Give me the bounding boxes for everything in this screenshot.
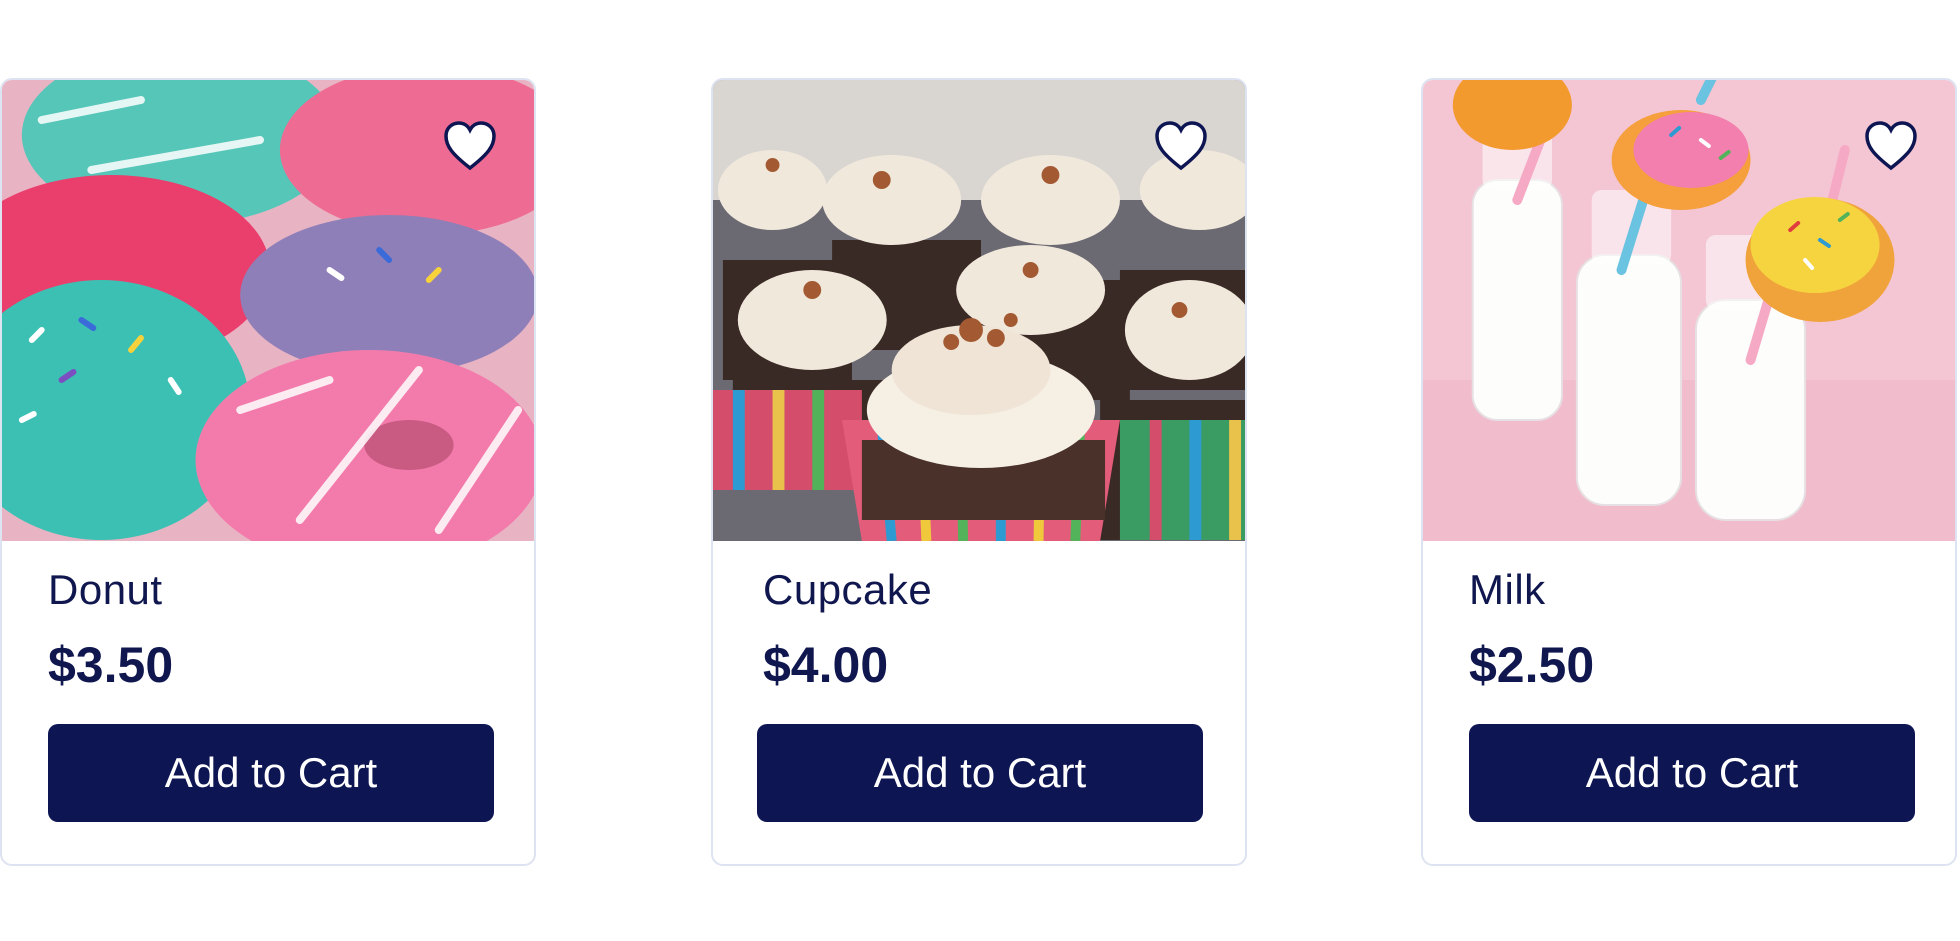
add-to-cart-button[interactable]: Add to Cart <box>48 724 494 822</box>
favorite-heart-icon[interactable] <box>1153 120 1209 172</box>
favorite-heart-icon[interactable] <box>1863 120 1919 172</box>
product-name: Donut <box>48 566 163 613</box>
add-to-cart-button[interactable]: Add to Cart <box>757 724 1203 822</box>
product-price: $2.50 <box>1469 637 1595 693</box>
add-to-cart-button[interactable]: Add to Cart <box>1469 724 1915 822</box>
product-price: $3.50 <box>48 637 174 693</box>
product-card-milk: Milk $2.50 Add to Cart <box>1421 78 1957 866</box>
product-name: Cupcake <box>763 566 933 613</box>
product-card-cupcake: Cupcake $4.00 Add to Cart <box>711 78 1247 866</box>
favorite-heart-icon[interactable] <box>442 120 498 172</box>
product-price: $4.00 <box>763 637 889 693</box>
product-card-donut: Donut $3.50 Add to Cart <box>0 78 536 866</box>
product-name: Milk <box>1469 566 1546 613</box>
